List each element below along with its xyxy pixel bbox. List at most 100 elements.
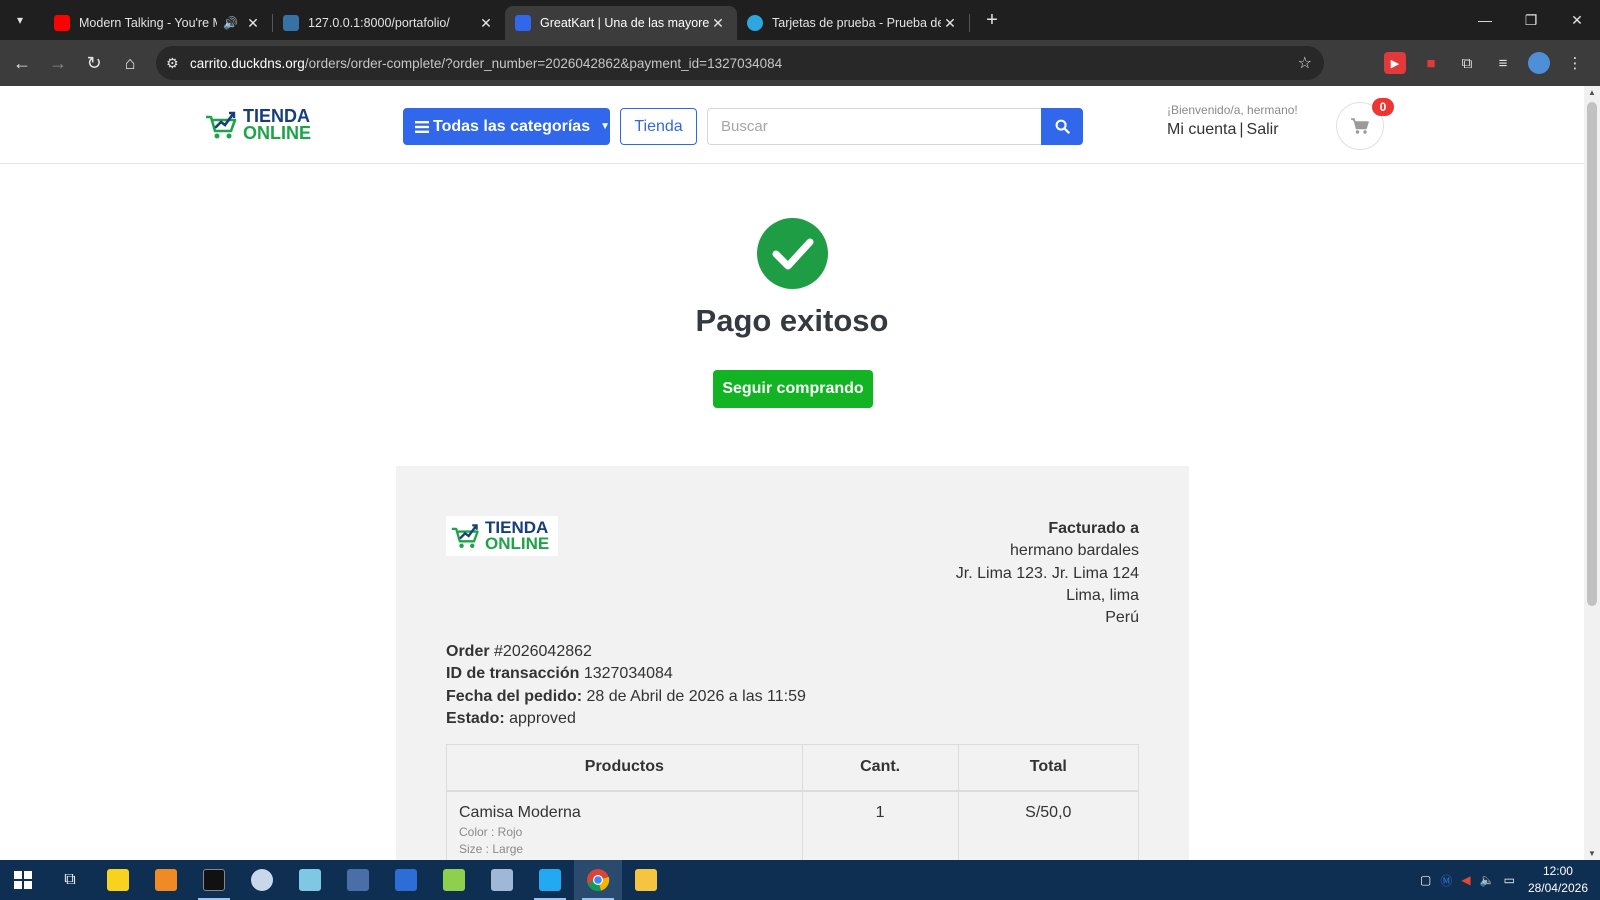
tab-portafolio[interactable]: 127.0.0.1:8000/portafolio/ ✕	[273, 6, 505, 40]
column-header-products: Productos	[446, 744, 803, 792]
categories-label: Todas las categorías	[433, 117, 591, 135]
transaction-id-value: 1327034084	[583, 665, 673, 683]
media-player-icon[interactable]	[142, 860, 190, 900]
billing-city: Lima, lima	[1066, 586, 1139, 604]
search-icon	[1055, 119, 1070, 134]
chrome-icon[interactable]	[574, 860, 622, 900]
vscode-icon[interactable]	[526, 860, 574, 900]
scrollbar-thumb[interactable]	[1587, 102, 1597, 606]
back-arrow-icon[interactable]: ←	[4, 45, 40, 81]
profile-avatar-icon[interactable]	[1528, 52, 1550, 74]
window-controls: — ❐ ✕	[1462, 0, 1600, 40]
my-account-link[interactable]: Mi cuenta	[1167, 121, 1236, 138]
search-input[interactable]	[707, 108, 1041, 145]
tab-close-icon[interactable]: ✕	[941, 15, 959, 32]
home-icon[interactable]: ⌂	[112, 45, 148, 81]
address-bar[interactable]: ⚙ carrito.duckdns.org/orders/order-compl…	[156, 46, 1324, 80]
bookmark-star-icon[interactable]: ☆	[1298, 53, 1312, 73]
tab-title: GreatKart | Una de las mayores	[540, 16, 709, 30]
new-tab-plus-icon[interactable]: +	[980, 9, 1004, 32]
terminal-icon[interactable]	[190, 860, 238, 900]
reload-icon[interactable]: ↻	[76, 45, 112, 81]
media-control-icon[interactable]: ≡	[1492, 52, 1514, 74]
notepad-icon[interactable]	[286, 860, 334, 900]
minimize-icon[interactable]: —	[1462, 0, 1508, 40]
task-view-icon[interactable]: ⧉	[46, 860, 94, 900]
invoice-logo-mark: TIENDA ONLINE	[450, 519, 554, 553]
order-details: Order #2026042862 ID de transacción 1327…	[446, 641, 806, 730]
volume-icon[interactable]: 🔈	[1480, 873, 1495, 887]
taskbar-clock[interactable]: 12:00 28/04/2026	[1528, 863, 1588, 897]
tab-close-icon[interactable]: ✕	[477, 15, 495, 32]
remote-desktop-icon[interactable]	[478, 860, 526, 900]
order-status-row: Estado: approved	[446, 708, 806, 730]
speaker-icon[interactable]: 🔊	[223, 16, 238, 30]
hamburger-icon	[415, 120, 429, 133]
powershell-icon[interactable]	[382, 860, 430, 900]
clock-date: 28/04/2026	[1527, 881, 1588, 895]
network-icon[interactable]: ▭	[1504, 873, 1515, 887]
url-path: /orders/order-complete/?order_number=202…	[304, 55, 783, 71]
forward-arrow-icon[interactable]: →	[40, 45, 76, 81]
browser-toolbar: ← → ↻ ⌂ ⚙ carrito.duckdns.org/orders/ord…	[0, 40, 1600, 86]
tab-separator	[969, 14, 970, 32]
cart-logo-icon	[206, 111, 237, 139]
tab-search-chevron-icon[interactable]: ▾	[8, 8, 32, 32]
sound-muted-icon[interactable]: ◀	[1461, 873, 1470, 887]
billing-name: hermano bardales	[1010, 542, 1139, 560]
search-button[interactable]	[1041, 108, 1083, 145]
order-date-row: Fecha del pedido: 28 de Abril de 2026 a …	[446, 686, 806, 708]
paint-icon[interactable]	[238, 860, 286, 900]
tab-close-icon[interactable]: ✕	[709, 15, 727, 32]
calculator-icon[interactable]	[334, 860, 382, 900]
extension-icons: ▶ ■ ⧉ ≡ ⋮	[1384, 40, 1586, 86]
window-close-icon[interactable]: ✕	[1554, 0, 1600, 40]
menu-dots-icon[interactable]: ⋮	[1564, 52, 1586, 74]
page-scrollbar[interactable]: ▲ ▼	[1584, 86, 1600, 860]
sticky-notes-icon[interactable]	[94, 860, 142, 900]
tab-modern-talking[interactable]: Modern Talking - You're My 🔊 ✕	[44, 6, 272, 40]
product-name: Camisa Moderna	[459, 803, 581, 821]
tab-title: Tarjetas de prueba - Prueba de	[772, 16, 941, 30]
tab-close-icon[interactable]: ✕	[244, 15, 262, 32]
transaction-id-row: ID de transacción 1327034084	[446, 663, 806, 685]
logo-text-line2: ONLINE	[485, 533, 550, 553]
scroll-down-arrow-icon[interactable]: ▼	[1588, 849, 1596, 858]
windows-start-icon[interactable]	[0, 860, 46, 900]
continue-shopping-button[interactable]: Seguir comprando	[713, 370, 873, 408]
transaction-id-label: ID de transacción	[446, 665, 580, 683]
url-text[interactable]: carrito.duckdns.org/orders/order-complet…	[190, 56, 782, 71]
site-header: TIENDA ONLINE Todas las categorías ▼ Tie…	[0, 86, 1584, 164]
puzzle-extensions-icon[interactable]: ⧉	[1456, 52, 1478, 74]
notepad-plus-plus-icon[interactable]	[430, 860, 478, 900]
red-extension-icon[interactable]: ■	[1420, 52, 1442, 74]
billing-address: Facturado a hermano bardales Jr. Lima 12…	[956, 518, 1139, 629]
url-host: carrito.duckdns.org	[190, 55, 305, 71]
greatkart-favicon-icon	[515, 15, 531, 31]
site-info-icon[interactable]: ⚙	[166, 55, 190, 72]
scroll-up-arrow-icon[interactable]: ▲	[1588, 88, 1596, 97]
logout-link[interactable]: Salir	[1247, 121, 1279, 138]
video-extension-icon[interactable]: ▶	[1384, 52, 1406, 74]
browser-tab-strip: ▾ Modern Talking - You're My 🔊 ✕ 127.0.0…	[0, 0, 1600, 40]
categories-dropdown-button[interactable]: Todas las categorías ▼	[403, 108, 610, 145]
notification-area-icon[interactable]: ▢	[1420, 873, 1431, 887]
restore-icon[interactable]: ❐	[1508, 0, 1554, 40]
tab-title: 127.0.0.1:8000/portafolio/	[308, 16, 450, 30]
windows-taskbar: ⧉ ▢ Ⓜ ◀ 🔈 ▭ 12:00 28/04/2026	[0, 860, 1600, 900]
product-variation-color: Color : Rojo	[459, 824, 523, 839]
file-explorer-icon[interactable]	[622, 860, 670, 900]
youtube-favicon-icon	[54, 15, 70, 31]
invoice-logo: TIENDA ONLINE	[446, 516, 558, 556]
order-number-row: Order #2026042862	[446, 641, 806, 663]
page-viewport: TIENDA ONLINE Todas las categorías ▼ Tie…	[0, 86, 1584, 860]
cart-count-badge: 0	[1372, 98, 1394, 116]
site-logo[interactable]: TIENDA ONLINE	[204, 107, 311, 141]
tab-greatkart[interactable]: GreatKart | Una de las mayores ✕	[505, 6, 737, 40]
product-cell: Camisa Moderna Color : Rojo Size : Large	[446, 790, 803, 860]
malwarebytes-icon[interactable]: Ⓜ	[1440, 872, 1452, 889]
order-status-value: approved	[509, 709, 576, 727]
tab-tarjetas-prueba[interactable]: Tarjetas de prueba - Prueba de ✕	[737, 6, 969, 40]
store-button[interactable]: Tienda	[620, 108, 697, 145]
column-header-quantity: Cant.	[801, 744, 959, 792]
